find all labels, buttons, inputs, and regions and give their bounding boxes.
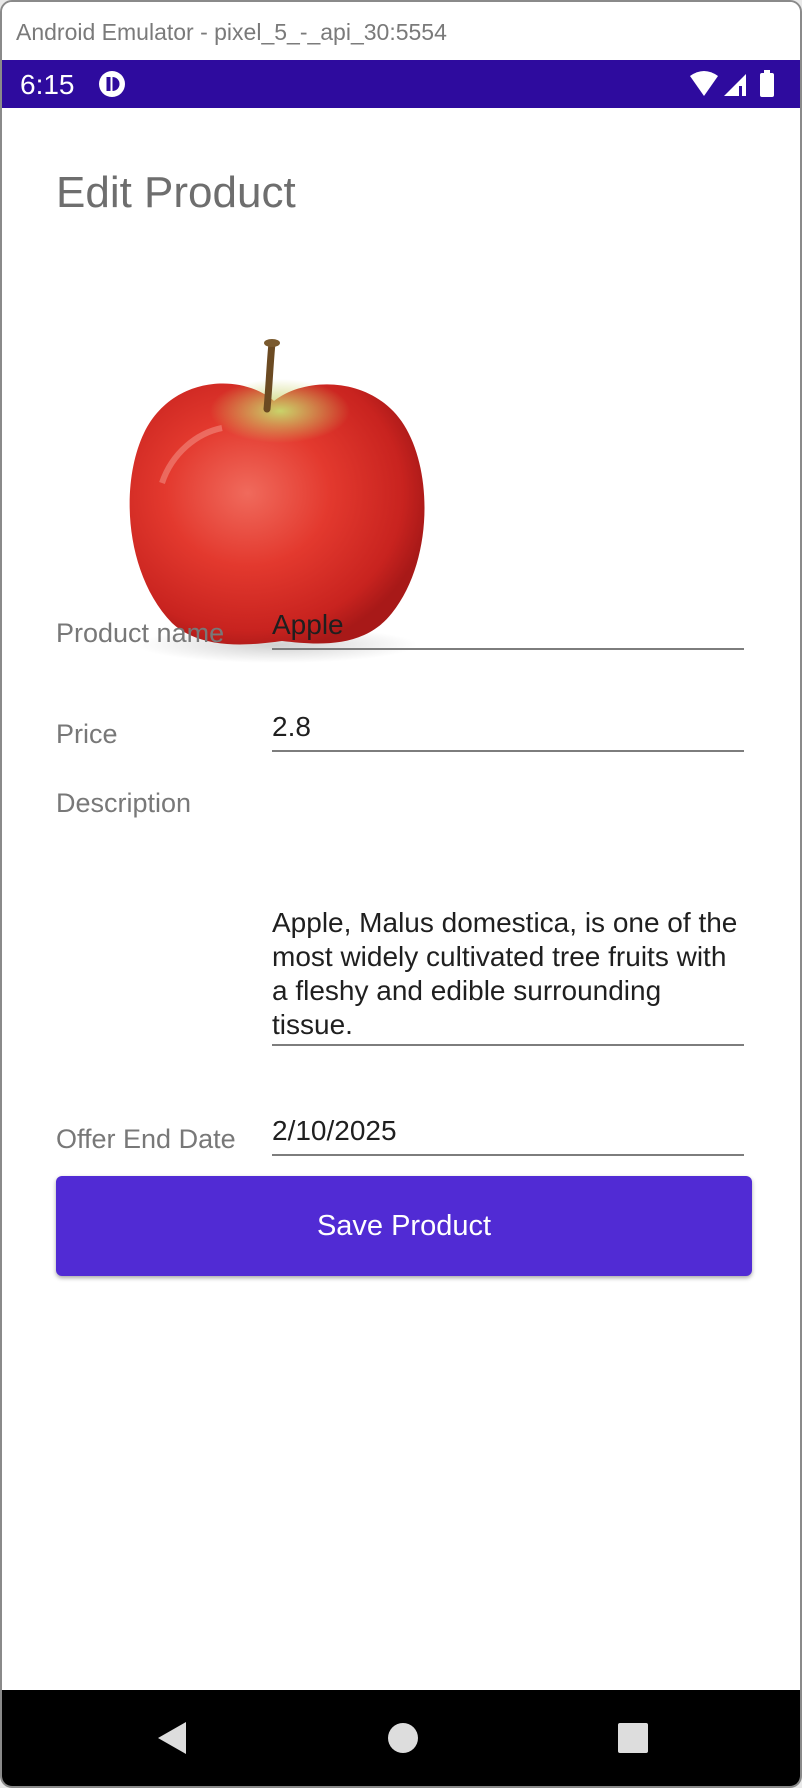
signal-icon — [724, 74, 746, 96]
wifi-icon — [690, 71, 718, 96]
status-bar: 6:15 — [2, 60, 800, 108]
emulator-window: Android Emulator - pixel_5_-_api_30:5554… — [0, 0, 802, 1788]
page-title: Edit Product — [56, 168, 296, 217]
notification-icon — [99, 71, 125, 97]
navigation-bar — [2, 1690, 800, 1786]
save-product-button[interactable]: Save Product — [56, 1176, 752, 1276]
price-label: Price — [56, 719, 118, 749]
app-screen: Edit Product Product name Apple Price 2.… — [2, 108, 800, 1690]
offer-end-date-input[interactable]: 2/10/2025 — [272, 1112, 744, 1156]
price-input[interactable]: 2.8 — [272, 708, 744, 752]
status-icons — [690, 70, 774, 97]
signal-gap — [739, 86, 742, 96]
product-name-label: Product name — [56, 618, 225, 648]
window-titlebar: Android Emulator - pixel_5_-_api_30:5554 — [2, 2, 800, 60]
offer-end-date-label: Offer End Date — [56, 1124, 236, 1154]
home-icon[interactable] — [383, 1718, 423, 1758]
recents-icon[interactable] — [613, 1718, 653, 1758]
battery-icon — [760, 73, 774, 97]
product-name-input[interactable]: Apple — [272, 606, 744, 650]
description-label: Description — [56, 788, 192, 818]
status-time: 6:15 — [20, 69, 75, 100]
window-title: Android Emulator - pixel_5_-_api_30:5554 — [16, 19, 447, 45]
description-input[interactable]: Apple, Malus domestica, is one of the mo… — [272, 906, 744, 1046]
back-icon[interactable] — [152, 1718, 192, 1758]
